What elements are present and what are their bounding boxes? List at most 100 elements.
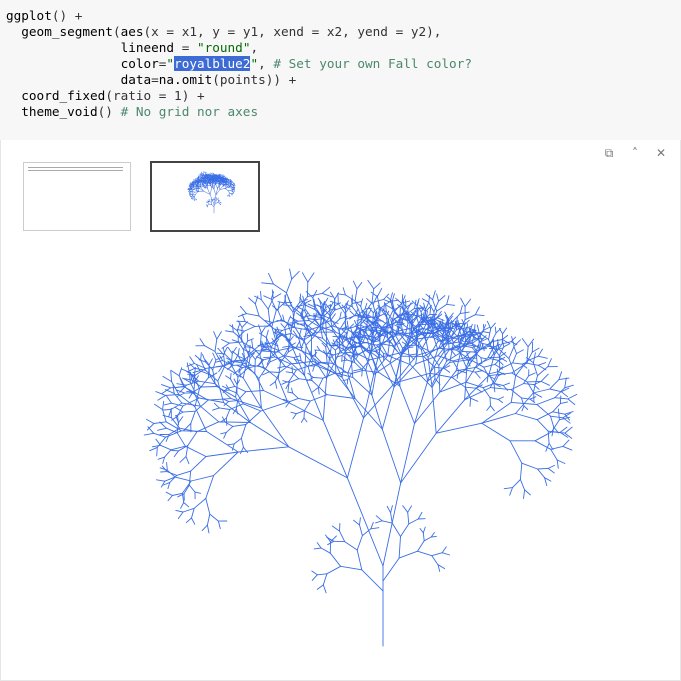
tree-segment	[350, 326, 353, 335]
tree-segment	[268, 272, 274, 285]
tree-segment	[469, 397, 472, 407]
tree-segment	[356, 282, 363, 290]
tree-segment	[288, 446, 348, 479]
tree-segment	[185, 517, 192, 524]
tree-segment	[178, 375, 186, 388]
tree-segment	[167, 495, 173, 502]
tree-segment	[422, 532, 425, 542]
tree-segment	[204, 345, 216, 352]
tree-segment	[497, 396, 505, 400]
tree-segment	[248, 297, 256, 305]
tree-segment	[177, 511, 184, 520]
tree-segment	[353, 519, 360, 526]
tree-segment	[300, 417, 305, 423]
tree-segment	[370, 527, 380, 530]
tree-segment	[399, 385, 415, 424]
tree-segment	[254, 358, 256, 374]
tree-segment	[325, 534, 331, 543]
code-token: aes	[120, 24, 144, 39]
tree-segment	[336, 338, 338, 347]
tree-segment	[200, 352, 202, 361]
code-line[interactable]: theme_void() # No grid nor axes	[6, 104, 472, 120]
tree-segment	[332, 325, 342, 330]
tree-segment	[521, 462, 538, 470]
tree-segment	[464, 314, 476, 321]
tree-segment	[165, 491, 173, 496]
tree-segment	[414, 380, 429, 424]
code-line[interactable]: coord_fixed(ratio = 1) +	[6, 88, 472, 104]
tree-segment	[208, 358, 213, 366]
code-line[interactable]: data=na.omit(points)) +	[6, 72, 472, 88]
tree-segment	[160, 480, 166, 488]
code-block[interactable]: ggplot() + geom_segment(aes(x = x1, y = …	[6, 8, 472, 120]
tree-segment	[370, 521, 374, 530]
tree-segment	[393, 363, 417, 388]
tree-segment	[292, 413, 297, 420]
tree-segment	[254, 372, 264, 391]
tree-segment	[402, 505, 409, 513]
tree-segment	[225, 417, 228, 426]
tree-segment	[205, 497, 211, 515]
tree-segment	[526, 381, 535, 394]
code-token: color	[6, 56, 159, 71]
tree-segment	[446, 303, 456, 306]
tree-segment	[419, 528, 424, 534]
tree-segment	[489, 387, 512, 391]
tree-segment	[295, 410, 305, 415]
tree-segment	[513, 346, 517, 354]
tree-segment	[391, 522, 401, 537]
tree-segment	[515, 413, 538, 421]
tree-segment	[557, 408, 560, 421]
tree-segment	[260, 407, 290, 448]
tree-segment	[174, 476, 192, 482]
tree-segment	[329, 291, 336, 300]
tree-segment	[564, 377, 567, 389]
tree-segment	[564, 384, 574, 389]
tree-segment	[317, 386, 320, 395]
tree-segment	[567, 393, 578, 400]
tree-segment	[277, 365, 286, 369]
tree-segment	[181, 368, 190, 373]
tree-segment	[403, 300, 405, 310]
tree-segment	[501, 334, 509, 340]
tree-segment	[431, 386, 437, 434]
code-line[interactable]: ggplot() +	[6, 8, 472, 24]
tree-segment	[460, 297, 466, 307]
tree-segment	[407, 511, 410, 525]
tree-segment	[184, 386, 200, 399]
tree-segment	[249, 422, 290, 448]
tree-segment	[311, 380, 328, 396]
tree-segment	[225, 409, 231, 419]
tree-segment	[547, 358, 552, 368]
tree-segment	[552, 403, 561, 413]
tree-segment	[170, 386, 186, 389]
code-token: "	[250, 56, 259, 71]
tree-segment	[513, 339, 521, 347]
tree-segment	[540, 380, 550, 386]
code-editor[interactable]: ggplot() + geom_segment(aes(x = x1, y = …	[0, 0, 681, 140]
tree-segment	[285, 302, 294, 313]
tree-segment	[271, 289, 274, 299]
tree-segment	[537, 364, 547, 371]
tree-segment	[205, 451, 239, 457]
tree-segment	[390, 512, 393, 524]
tree-segment	[422, 526, 426, 534]
tree-segment	[307, 272, 315, 283]
tree-segment	[263, 295, 272, 300]
tree-segment	[244, 321, 256, 327]
code-line[interactable]: geom_segment(aes(x = x1, y = y1, xend = …	[6, 24, 472, 40]
code-line[interactable]: color="royalblue2", # Set your own Fall …	[6, 56, 472, 72]
tree-segment	[329, 552, 342, 567]
code-line[interactable]: lineend = "round",	[6, 40, 472, 56]
tree-segment	[443, 367, 451, 373]
tree-segment	[190, 371, 193, 381]
tree-segment	[529, 396, 537, 400]
tree-segment	[410, 324, 413, 339]
tree-segment	[332, 362, 349, 374]
tree-segment	[421, 298, 430, 303]
tree-segment	[391, 293, 395, 302]
tree-segment	[155, 438, 161, 446]
tree-segment	[321, 292, 333, 298]
tree-segment	[190, 410, 196, 424]
tree-segment	[261, 282, 274, 285]
